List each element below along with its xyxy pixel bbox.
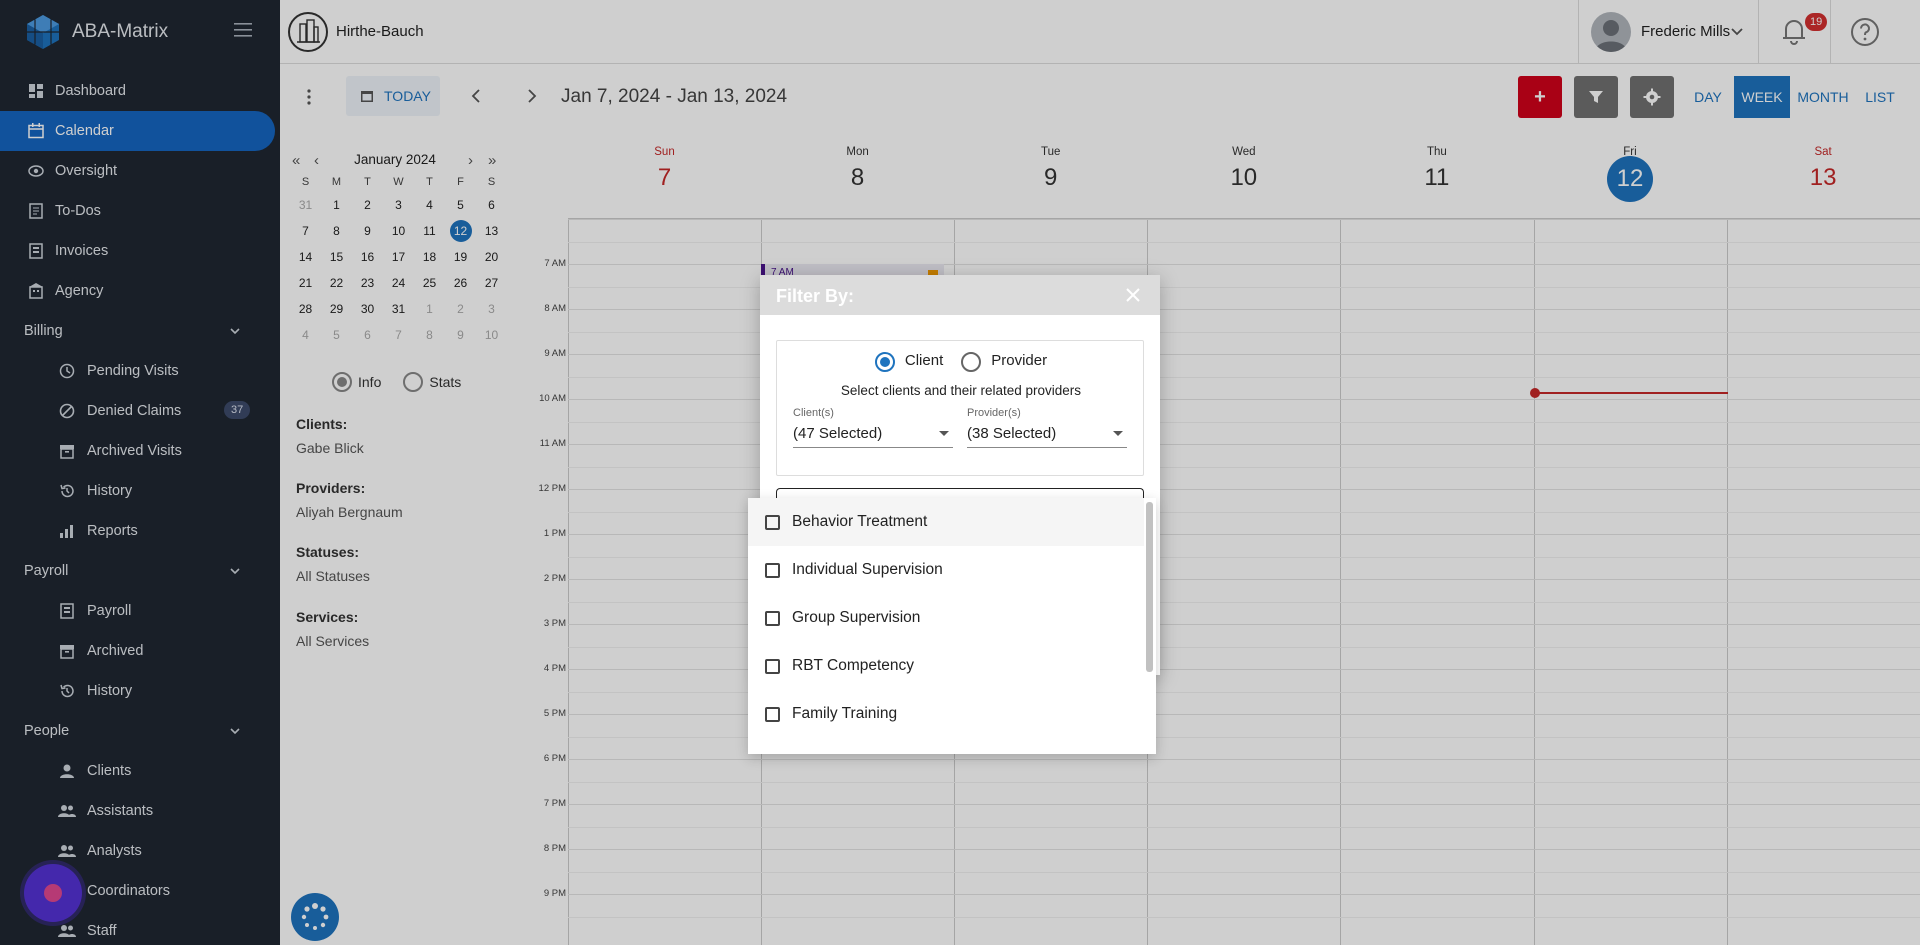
clients-select-text: (47 Selected) [793,425,883,442]
close-icon[interactable] [1126,288,1140,302]
service-option[interactable]: Family Training [748,690,1144,738]
checkbox[interactable] [765,706,780,722]
service-option[interactable]: Behavior Treatment [748,498,1144,546]
client-radio-label: Client [904,352,944,369]
checkbox[interactable] [765,562,780,578]
option-label: Behavior Treatment [792,513,928,530]
dialog-header: Filter By: [760,275,1160,315]
providers-select-label: Provider(s) [967,407,1021,419]
checkbox[interactable] [765,514,780,530]
service-option[interactable]: Individual Supervision [748,546,1144,594]
option-label: Family Training [792,705,898,722]
providers-select-value: (38 Selected) [967,425,1127,448]
services-dropdown-menu: Behavior Treatment Individual Supervisio… [748,498,1156,754]
client-radio[interactable] [874,352,895,372]
clients-select-label: Client(s) [793,407,834,419]
option-label: Individual Supervision [792,561,943,578]
providers-select-text: (38 Selected) [967,425,1057,442]
checkbox[interactable] [765,658,780,674]
provider-radio[interactable] [961,352,982,372]
providers-select[interactable]: Provider(s) (38 Selected) [967,407,1127,448]
dropdown-arrow-icon [939,431,949,436]
clients-select-value: (47 Selected) [793,425,953,448]
checkbox[interactable] [765,610,780,626]
option-label: Group Supervision [792,609,921,626]
selection-hint: Select clients and their related provide… [840,383,1082,398]
clients-select[interactable]: Client(s) (47 Selected) [793,407,953,448]
provider-radio-label: Provider [991,352,1048,369]
services-select[interactable] [776,488,1144,498]
dropdown-scrollbar[interactable] [1146,502,1153,672]
filter-type-radios: Client Provider [777,352,1145,372]
option-label: RBT Competency [792,657,915,674]
service-option[interactable]: RBT Competency [748,642,1144,690]
dropdown-arrow-icon [1113,431,1123,436]
service-option[interactable]: Group Supervision [748,594,1144,642]
dialog-title: Filter By: [776,286,855,306]
selection-box: Client Provider Select clients and their… [776,340,1144,476]
